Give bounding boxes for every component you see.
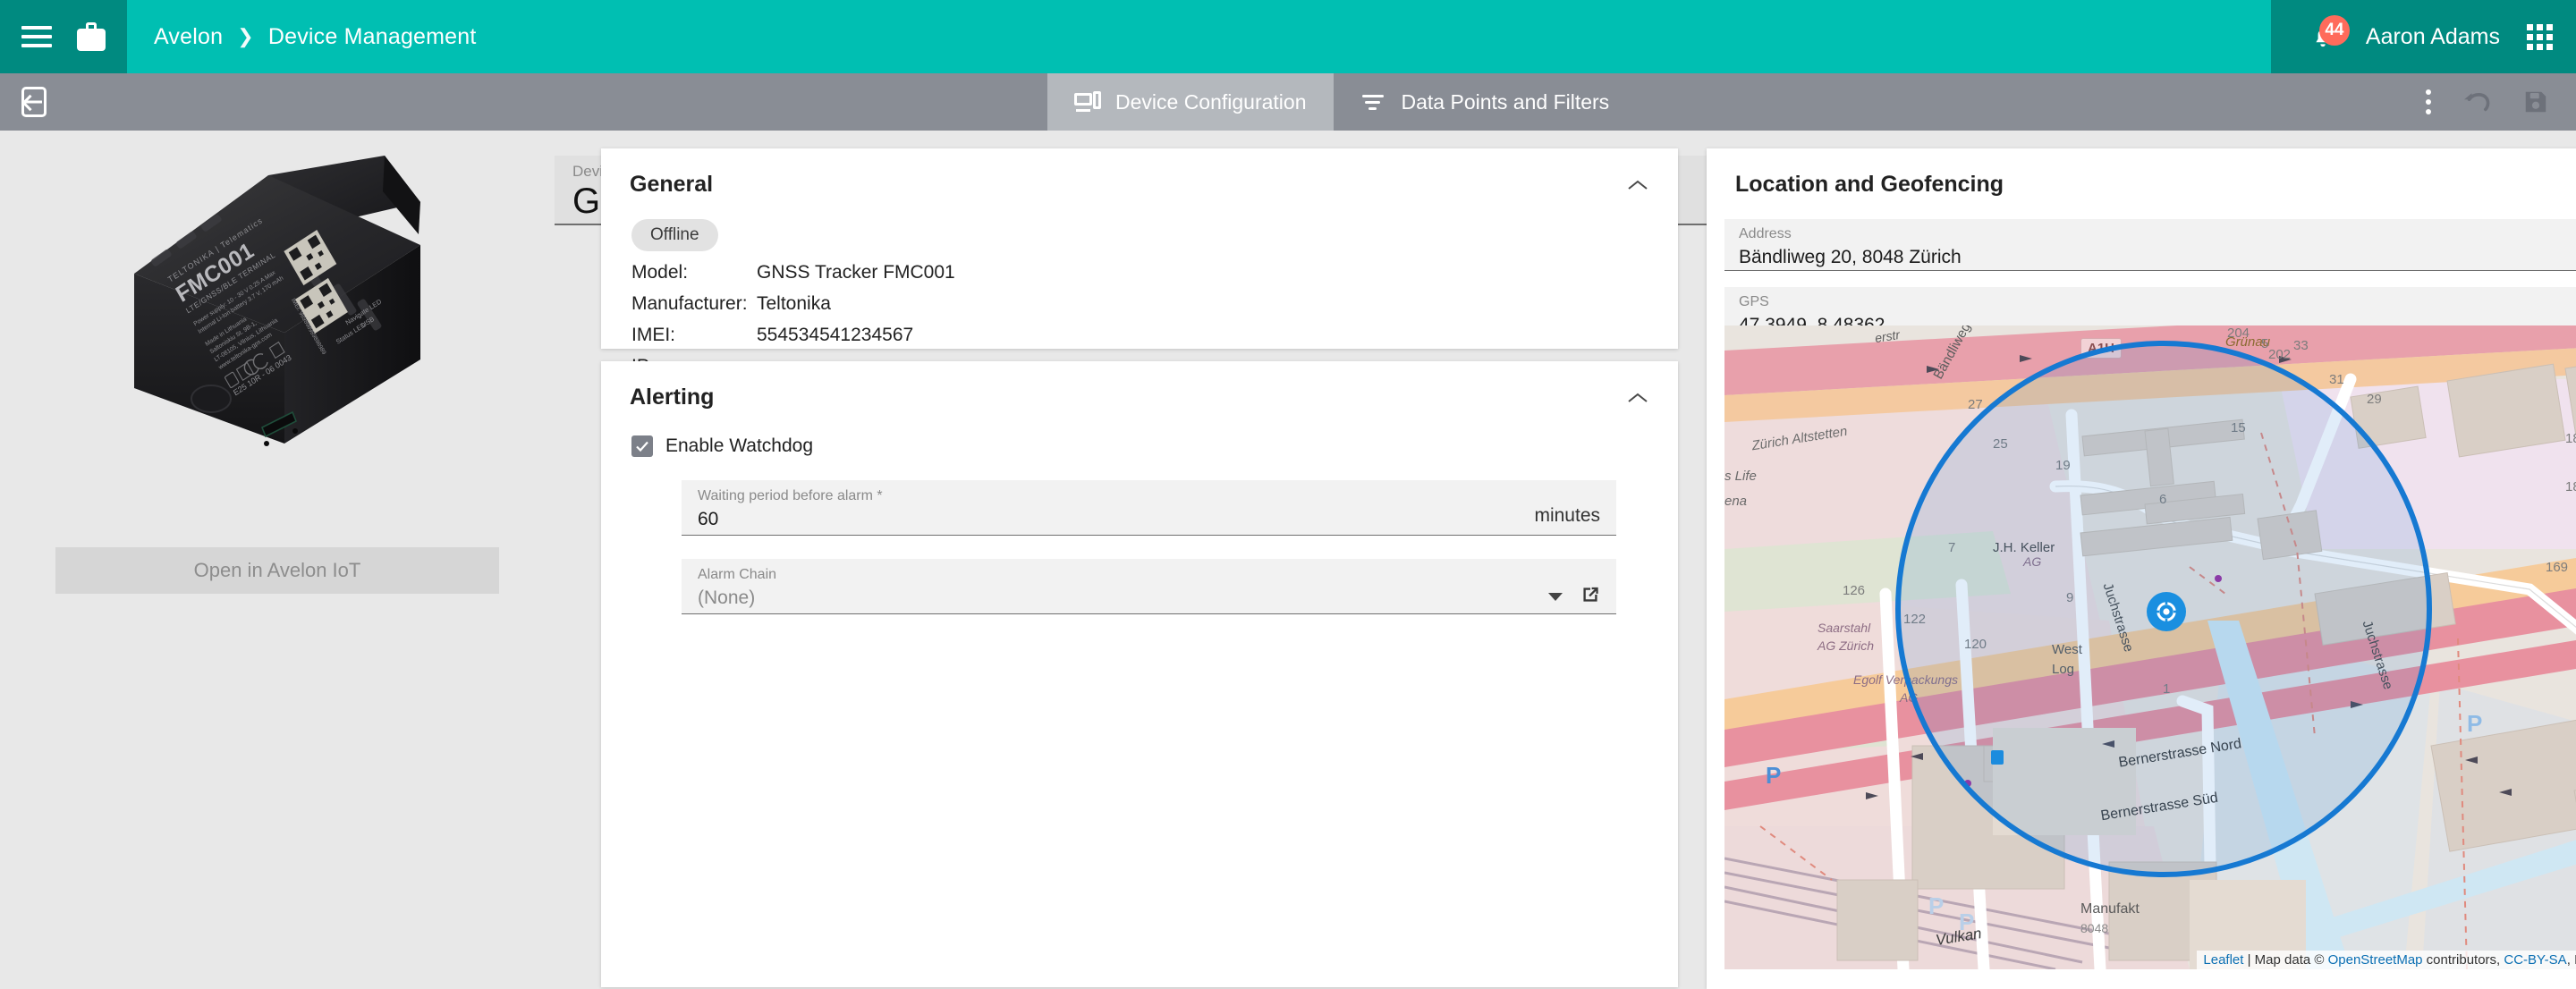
- row-value: 554534541234567: [757, 324, 914, 345]
- row-value: Teltonika: [757, 292, 831, 314]
- alarm-chain-value[interactable]: (None): [698, 587, 1600, 609]
- gps-crosshair-icon: [2156, 601, 2177, 622]
- tab-label: Data Points and Filters: [1401, 89, 1610, 114]
- address-input[interactable]: Bändliweg 20, 8048 Zürich: [1739, 247, 2576, 268]
- briefcase-body: [77, 29, 106, 51]
- page-toolbar: Device Configuration Data Points and Fil…: [0, 73, 2576, 131]
- caret-down-icon[interactable]: [1548, 593, 1563, 601]
- alerting-card: Alerting Enable Watchdog Waiting period …: [601, 361, 1678, 987]
- location-and-geofencing-card: Location and Geofencing Address Bändliwe…: [1707, 148, 2576, 989]
- page-content: Device Name * GNSS Tracker FMC001: [0, 131, 2576, 989]
- hamburger-menu-icon[interactable]: [21, 26, 52, 47]
- license-link[interactable]: CC-BY-SA: [2504, 952, 2566, 968]
- app-header: Avelon ❯ Device Management 44 Aaron Adam…: [0, 0, 2576, 73]
- device-location-marker[interactable]: [2147, 592, 2186, 631]
- vertical-dots-icon: [2426, 89, 2431, 95]
- table-row: Model: GNSS Tracker FMC001: [631, 257, 1678, 288]
- location-card-header: Location and Geofencing: [1707, 148, 2576, 203]
- breadcrumb: Avelon ❯ Device Management: [154, 24, 477, 50]
- chevron-up-icon[interactable]: [1626, 391, 1649, 405]
- field-label: GPS: [1739, 294, 1769, 309]
- toolbar-actions: [2426, 73, 2576, 131]
- general-card: General Offline Model: GNSS Tracker FMC0…: [601, 148, 1678, 450]
- notifications-button[interactable]: 44: [2307, 15, 2350, 55]
- general-card-title: General: [630, 172, 714, 197]
- field-unit: minutes: [1534, 505, 1600, 526]
- device-photo: TELTONIKA | Telematics FMC001 LTE/GNSS/B…: [134, 156, 420, 446]
- enable-watchdog-checkbox[interactable]: Enable Watchdog: [631, 435, 1678, 457]
- more-options-button[interactable]: [2426, 89, 2431, 114]
- breadcrumb-root[interactable]: Avelon: [154, 24, 223, 50]
- map-attribution: Leaflet | Map data © OpenStreetMap contr…: [2197, 951, 2576, 969]
- general-card-header: General: [601, 148, 1678, 203]
- hamburger-bar: [21, 35, 52, 38]
- external-link-icon[interactable]: [1579, 583, 1602, 606]
- back-button[interactable]: [0, 73, 68, 131]
- hamburger-bar: [21, 44, 52, 47]
- row-key: IMEI:: [631, 324, 676, 345]
- tab-label: Device Configuration: [1115, 89, 1307, 114]
- hamburger-bar: [21, 26, 52, 30]
- alerting-card-title: Alerting: [630, 385, 715, 410]
- device-sidebar: TELTONIKA | Telematics FMC001 LTE/GNSS/B…: [0, 131, 555, 965]
- address-field[interactable]: Address Bändliweg 20, 8048 Zürich: [1724, 219, 2576, 271]
- row-key: Model:: [631, 261, 689, 283]
- field-label: Waiting period before alarm *: [698, 488, 883, 503]
- breadcrumb-separator-icon: ❯: [237, 25, 254, 47]
- undo-button[interactable]: [2462, 89, 2492, 114]
- briefcase-icon[interactable]: [77, 22, 106, 51]
- alerting-card-header: Alerting: [601, 361, 1678, 416]
- header-right-block: 44 Aaron Adams: [2270, 0, 2576, 73]
- field-label: Alarm Chain: [698, 567, 777, 582]
- tab-bar: Device Configuration Data Points and Fil…: [1047, 73, 1636, 131]
- filter-icon: [1360, 90, 1387, 114]
- leaflet-link[interactable]: Leaflet: [2203, 952, 2243, 968]
- user-name[interactable]: Aaron Adams: [2366, 24, 2500, 50]
- checkbox-label: Enable Watchdog: [665, 435, 813, 456]
- app-grid-icon[interactable]: [2527, 23, 2553, 50]
- row-key: Manufacturer:: [631, 292, 748, 314]
- status-badge: Offline: [631, 219, 718, 251]
- tab-data-points-and-filters[interactable]: Data Points and Filters: [1334, 73, 1637, 131]
- header-left-block: [0, 0, 127, 73]
- location-card-title: Location and Geofencing: [1735, 172, 2004, 197]
- waiting-period-field[interactable]: Waiting period before alarm * 60 minutes: [682, 480, 1616, 536]
- open-in-avelon-iot-button[interactable]: Open in Avelon IoT: [55, 547, 499, 594]
- field-label: Address: [1739, 226, 1792, 241]
- chevron-up-icon[interactable]: [1626, 178, 1649, 192]
- breadcrumb-current[interactable]: Device Management: [268, 24, 477, 50]
- table-row: IMEI: 554534541234567: [631, 319, 1678, 351]
- openstreetmap-link[interactable]: OpenStreetMap: [2328, 952, 2423, 968]
- notification-count-badge: 44: [2318, 15, 2350, 46]
- checkbox-checked-icon: [631, 435, 653, 457]
- tab-device-configuration[interactable]: Device Configuration: [1047, 73, 1334, 131]
- geofence-map[interactable]: P P P P P P erstr A1H s Life: [1724, 325, 2576, 969]
- alarm-chain-field[interactable]: Alarm Chain (None): [682, 559, 1616, 614]
- waiting-period-input[interactable]: 60: [698, 509, 1600, 530]
- exit-back-icon: [21, 87, 47, 117]
- devices-icon: [1074, 90, 1101, 114]
- row-value: GNSS Tracker FMC001: [757, 261, 955, 283]
- save-button[interactable]: [2522, 89, 2549, 115]
- table-row: Manufacturer: Teltonika: [631, 288, 1678, 319]
